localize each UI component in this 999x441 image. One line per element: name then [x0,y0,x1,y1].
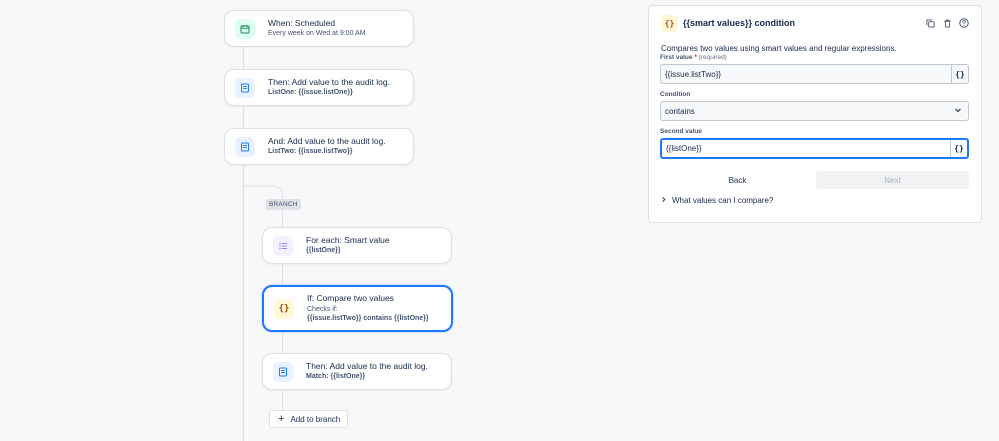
condition-subtitle-2: {{issue.listTwo}} contains {{listOne}} [307,315,429,323]
condition-card[interactable]: {} If: Compare two values Checks if: {{i… [262,285,453,332]
action-3-subtitle: Match: {{listOne}} [306,373,366,381]
add-to-branch-button[interactable]: + Add to branch [269,410,348,428]
foreach-card[interactable]: For each: Smart value {{listOne}} [262,227,452,264]
required-text: (required) [698,54,727,61]
smart-value-picker-button[interactable]: {} [950,140,967,157]
compare-values-expander[interactable]: What values can I compare? [660,196,773,205]
audit-log-icon [235,77,255,98]
audit-log-icon [273,361,293,382]
help-icon[interactable] [959,18,969,28]
next-button[interactable]: Next [816,171,969,189]
panel-title: {{smart values}} condition [683,18,796,28]
audit-log-icon [235,136,255,157]
trigger-card[interactable]: When: Scheduled Every week on Wed at 9:0… [224,10,414,47]
action-card-audit-log-2[interactable]: And: Add value to the audit log. ListTwo… [224,128,414,165]
condition-label: Condition [660,91,691,98]
action-1-title: Then: Add value to the audit log. [268,76,390,87]
chevron-down-icon [954,106,962,116]
panel-description: Compares two values using smart values a… [661,44,897,53]
smart-value-picker-button[interactable]: {} [951,65,968,83]
expander-label: What values can I compare? [672,196,774,205]
trigger-title: When: Scheduled [268,17,336,28]
condition-select-value: contains [665,106,695,116]
chevron-right-icon [660,196,667,205]
panel-header: {} {{smart values}} condition [661,14,969,32]
delete-icon[interactable] [942,18,952,28]
duplicate-icon[interactable] [925,18,935,28]
foreach-title: For each: Smart value [306,234,390,245]
back-button[interactable]: Back [660,171,815,189]
first-value-input[interactable]: {{issue.listTwo}} {} [660,64,969,84]
braces-icon: {} [661,14,678,32]
action-card-audit-log-3[interactable]: Then: Add value to the audit log. Match:… [262,353,452,390]
action-2-title: And: Add value to the audit log. [268,135,386,146]
condition-select[interactable]: contains [660,101,969,121]
required-star: * [694,54,697,61]
condition-subtitle-1: Checks if: [307,305,338,313]
second-value-input[interactable]: {{listOne}} {} [660,138,969,159]
second-value-text: {{listOne}} [666,144,702,153]
calendar-icon [235,18,255,39]
list-icon [273,235,293,256]
action-3-title: Then: Add value to the audit log. [306,360,428,371]
action-2-subtitle: ListTwo: {{issue.listTwo}} [268,148,353,156]
first-value-text: {{issue.listTwo}} [665,69,722,79]
foreach-subtitle: {{listOne}} [306,247,341,255]
first-value-label: First value * (required) [660,54,727,61]
trigger-subtitle: Every week on Wed at 9:00 AM [268,30,366,38]
flow-connector-main [243,47,244,441]
action-1-subtitle: ListOne: {{issue.listOne}} [268,89,353,97]
add-to-branch-label: Add to branch [290,414,341,424]
condition-title: If: Compare two values [307,292,394,303]
action-card-audit-log-1[interactable]: Then: Add value to the audit log. ListOn… [224,69,414,106]
second-value-label: Second value [660,128,702,135]
branch-label: BRANCH [266,199,301,210]
plus-icon: + [278,412,285,425]
braces-icon: {} [274,298,294,319]
